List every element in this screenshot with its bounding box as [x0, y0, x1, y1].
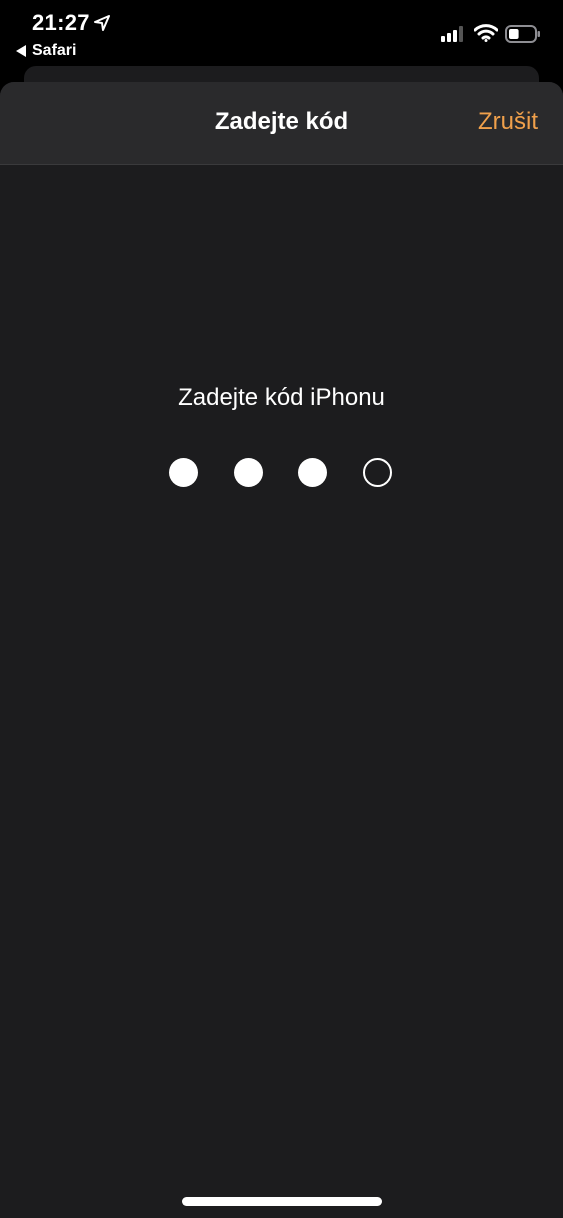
passcode-dot-filled [233, 458, 263, 487]
passcode-dot-filled [169, 458, 198, 487]
navigation-bar: Zadejte kód Zrušit [0, 82, 563, 165]
cellular-signal-icon [441, 26, 463, 42]
status-time: 21:27 [32, 10, 90, 35]
passcode-dot-filled [298, 458, 327, 487]
location-arrow-icon [94, 15, 110, 31]
wifi-icon [474, 24, 498, 42]
back-app-label: Safari [32, 42, 77, 59]
back-triangle-icon [16, 45, 26, 57]
back-to-app-button[interactable]: Safari [16, 42, 76, 60]
passcode-dot-empty [362, 458, 392, 487]
passcode-prompt: Zadejte kód iPhonu [178, 384, 385, 411]
home-indicator[interactable] [182, 1197, 382, 1206]
cancel-button[interactable]: Zrušit [478, 108, 538, 136]
battery-icon [505, 25, 540, 43]
passcode-sheet: Zadejte kód Zrušit Zadejte kód iPhonu [0, 82, 563, 1218]
passcode-dots[interactable] [169, 458, 393, 488]
status-bar: 21:27 Safari [0, 0, 563, 66]
